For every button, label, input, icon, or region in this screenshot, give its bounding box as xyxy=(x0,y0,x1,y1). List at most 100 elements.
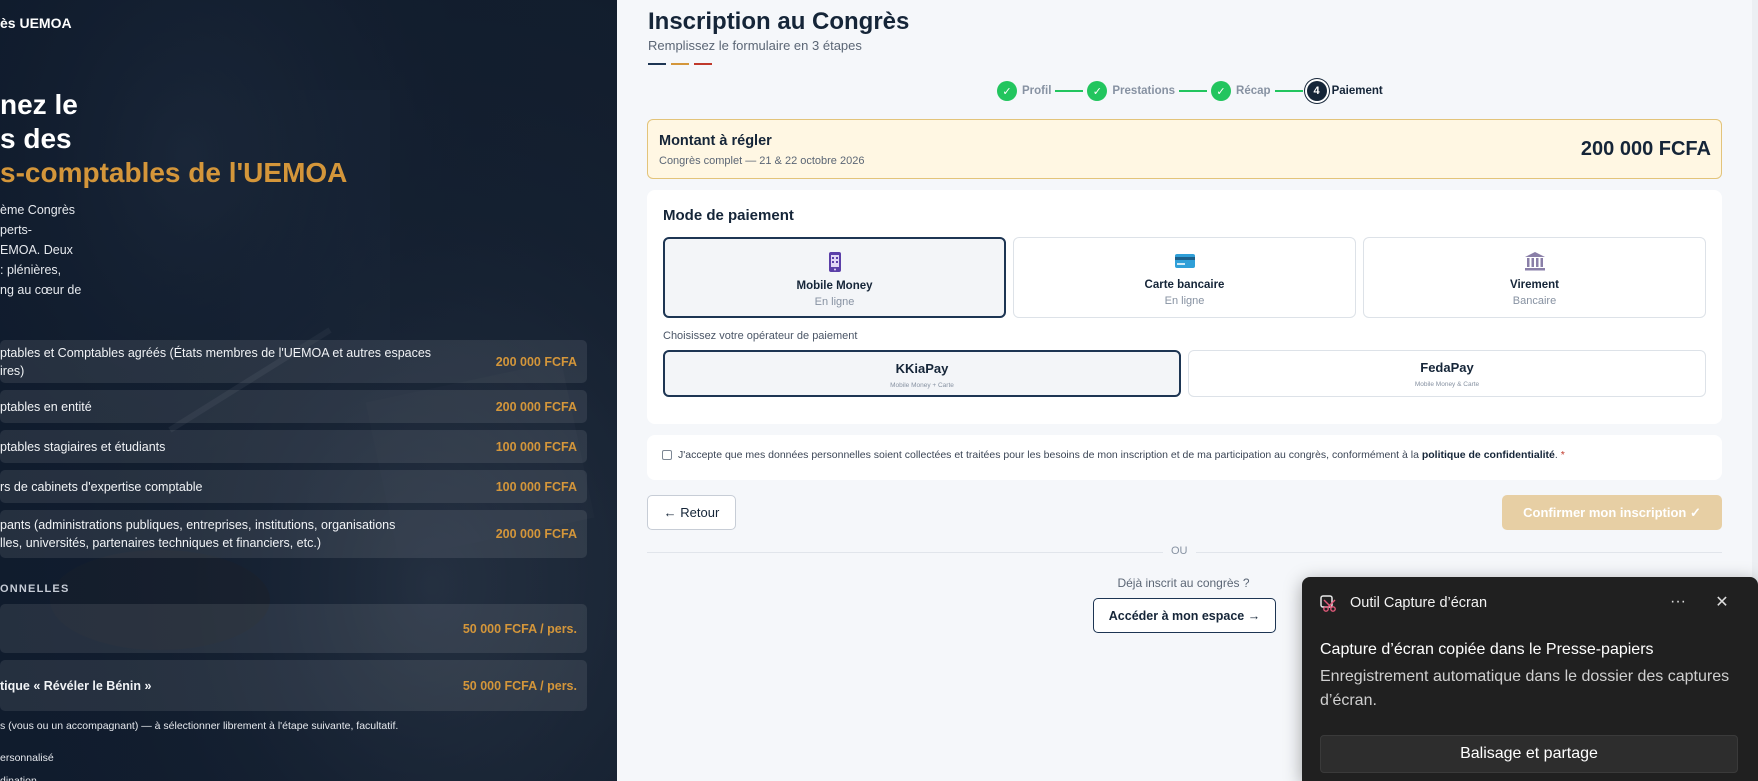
hero-panel: ès UEMOA nez le s des s-comptables de l'… xyxy=(0,0,617,781)
tariff-row: pants (administrations publiques, entrep… xyxy=(0,510,587,558)
toast-title: Capture d’écran copiée dans le Presse-pa… xyxy=(1320,641,1654,658)
toast-body: Enregistrement automatique dans le dossi… xyxy=(1320,668,1730,709)
tariff-price: 200 000 FCFA xyxy=(495,354,577,369)
method-virement[interactable]: Virement Bancaire xyxy=(1363,237,1706,318)
footnote: dination xyxy=(0,775,37,781)
screenshot-toast-notification: Outil Capture d’écran ··· ✕ Capture d’éc… xyxy=(1302,577,1758,781)
page-subtitle: Remplissez le formulaire en 3 étapes xyxy=(648,38,862,53)
consent-text-end: . xyxy=(1554,449,1558,461)
brand-name: ès UEMOA xyxy=(0,15,72,31)
more-options-icon[interactable]: ··· xyxy=(1664,589,1692,617)
or-separator: OU xyxy=(1163,545,1196,557)
tariff-price: 100 000 FCFA xyxy=(495,479,577,494)
payment-method-title: Mode de paiement xyxy=(663,207,794,224)
amount-summary: Montant à régler Congrès complet — 21 & … xyxy=(647,119,1722,179)
step-connector xyxy=(1274,90,1303,92)
step-profil[interactable]: ✓ Profil xyxy=(997,81,1051,101)
footnote: ersonnalisé xyxy=(0,752,54,764)
tariff-row: ptables et Comptables agréés (États memb… xyxy=(0,340,587,383)
tricolor-bar xyxy=(648,63,666,65)
operator-name: FedaPay xyxy=(1420,360,1474,375)
method-name: Virement xyxy=(1509,279,1559,291)
payment-method-card: Mode de paiement Mobile Money En ligne C… xyxy=(647,190,1722,424)
hero-content: ès UEMOA nez le s des s-comptables de l'… xyxy=(0,0,617,781)
extra-label: tique « Révéler le Bénin » xyxy=(0,678,152,693)
tariff-label: rs de cabinets d'expertise comptable xyxy=(0,479,203,494)
operator-kkiapay[interactable]: KKiaPay Mobile Money + Carte xyxy=(663,350,1181,397)
hero-description-line: : plénières, xyxy=(0,263,62,277)
method-sub: En ligne xyxy=(814,296,855,308)
step-label: Récap xyxy=(1236,85,1271,97)
method-mobile-money[interactable]: Mobile Money En ligne xyxy=(663,237,1006,318)
hero-description-line: EMOA. Deux xyxy=(0,243,73,257)
tariff-label: pants (administrations publiques, entrep… xyxy=(0,518,396,550)
amount-value: 200 000 FCFA xyxy=(1580,138,1711,160)
close-icon[interactable]: ✕ xyxy=(1708,589,1736,617)
step-recap[interactable]: ✓ Récap xyxy=(1211,81,1271,101)
extra-row: tique « Révéler le Bénin » 50 000 FCFA /… xyxy=(0,660,587,711)
back-button[interactable]: ← Retour xyxy=(647,495,736,530)
credit-card-icon xyxy=(1174,254,1195,268)
step-connector xyxy=(1179,90,1208,92)
operator-sub: Mobile Money & Carte xyxy=(1414,381,1480,388)
markup-and-share-button[interactable]: Balisage et partage xyxy=(1320,735,1738,773)
mobile-phone-icon xyxy=(828,252,841,272)
footnote: s (vous ou un accompagnant) — à sélectio… xyxy=(0,720,399,732)
privacy-policy-link[interactable]: politique de confidentialité xyxy=(1422,449,1555,461)
hero-description-line: ème Congrès xyxy=(0,203,76,217)
method-sub: Bancaire xyxy=(1512,295,1557,307)
step-prestations[interactable]: ✓ Prestations xyxy=(1087,81,1175,101)
tariff-row: ptables stagiaires et étudiants 100 000 … xyxy=(0,430,587,463)
extra-price: 50 000 FCFA / pers. xyxy=(462,678,577,693)
method-name: Carte bancaire xyxy=(1144,279,1225,291)
access-my-space-button[interactable]: Accéder à mon espace → xyxy=(1093,598,1276,633)
check-icon: ✓ xyxy=(997,81,1017,101)
step-label: Profil xyxy=(1022,85,1052,97)
operator-fedapay[interactable]: FedaPay Mobile Money & Carte xyxy=(1188,350,1706,397)
tariff-list: ptables et Comptables agréés (États memb… xyxy=(0,340,587,565)
tariff-price: 200 000 FCFA xyxy=(495,399,577,414)
step-label: Prestations xyxy=(1112,85,1176,97)
tariff-price: 200 000 FCFA xyxy=(495,527,577,541)
already-registered-text: Déjà inscrit au congrès ? xyxy=(1117,576,1250,590)
hero-description: ème Congrès perts- EMOA. Deux : plénière… xyxy=(0,200,90,300)
extra-row: 50 000 FCFA / pers. xyxy=(0,604,587,653)
hero-title-accent: s-comptables de l'UEMOA xyxy=(0,157,348,188)
bank-icon xyxy=(1524,252,1545,271)
consent-text: J'accepte que mes données personnelles s… xyxy=(678,449,1565,461)
hero-description-line: perts- xyxy=(0,223,32,237)
tricolor-bar xyxy=(694,63,712,65)
tariff-price: 100 000 FCFA xyxy=(495,439,577,454)
tricolor-accent xyxy=(648,63,712,65)
method-carte-bancaire[interactable]: Carte bancaire En ligne xyxy=(1013,237,1356,318)
method-name: Mobile Money xyxy=(796,280,873,292)
consent-box: J'accepte que mes données personnelles s… xyxy=(647,435,1722,480)
toast-app-name: Outil Capture d’écran xyxy=(1350,595,1488,611)
operator-name: KKiaPay xyxy=(895,361,949,376)
hero-description-line: ng au cœur de xyxy=(0,283,82,297)
hero-title-line-1: nez le xyxy=(0,89,78,120)
tariff-label: ptables stagiaires et étudiants xyxy=(0,439,166,454)
check-icon: ✓ xyxy=(1087,81,1108,101)
confirm-registration-button[interactable]: Confirmer mon inscription ✓ xyxy=(1502,495,1722,530)
operator-label: Choisissez votre opérateur de paiement xyxy=(663,330,858,342)
tariff-label: ptables en entité xyxy=(0,399,92,414)
consent-checkbox[interactable] xyxy=(662,450,672,460)
step-number: 4 xyxy=(1306,81,1327,101)
step-label: Paiement xyxy=(1331,85,1383,97)
check-icon: ✓ xyxy=(1211,81,1232,101)
method-sub: En ligne xyxy=(1164,295,1205,307)
extras-list: 50 000 FCFA / pers. tique « Révéler le B… xyxy=(0,604,587,718)
consent-text-main: J'accepte que mes données personnelles s… xyxy=(678,449,1422,461)
stepper: ✓ Profil ✓ Prestations ✓ Récap 4 Paiemen… xyxy=(997,80,1383,102)
step-paiement: 4 Paiement xyxy=(1306,81,1383,101)
options-section-label: ONNELLES xyxy=(0,583,70,595)
amount-subtitle: Congrès complet — 21 & 22 octobre 2026 xyxy=(659,155,865,167)
hero-title-line-2: s des xyxy=(0,123,72,154)
extra-price: 50 000 FCFA / pers. xyxy=(462,621,577,636)
hero-title: nez le s des s-comptables de l'UEMOA xyxy=(0,88,347,190)
amount-title: Montant à régler xyxy=(659,133,772,149)
operator-sub: Mobile Money + Carte xyxy=(890,382,954,389)
tariff-label: ptables et Comptables agréés (États memb… xyxy=(0,345,432,378)
step-connector xyxy=(1055,90,1084,92)
